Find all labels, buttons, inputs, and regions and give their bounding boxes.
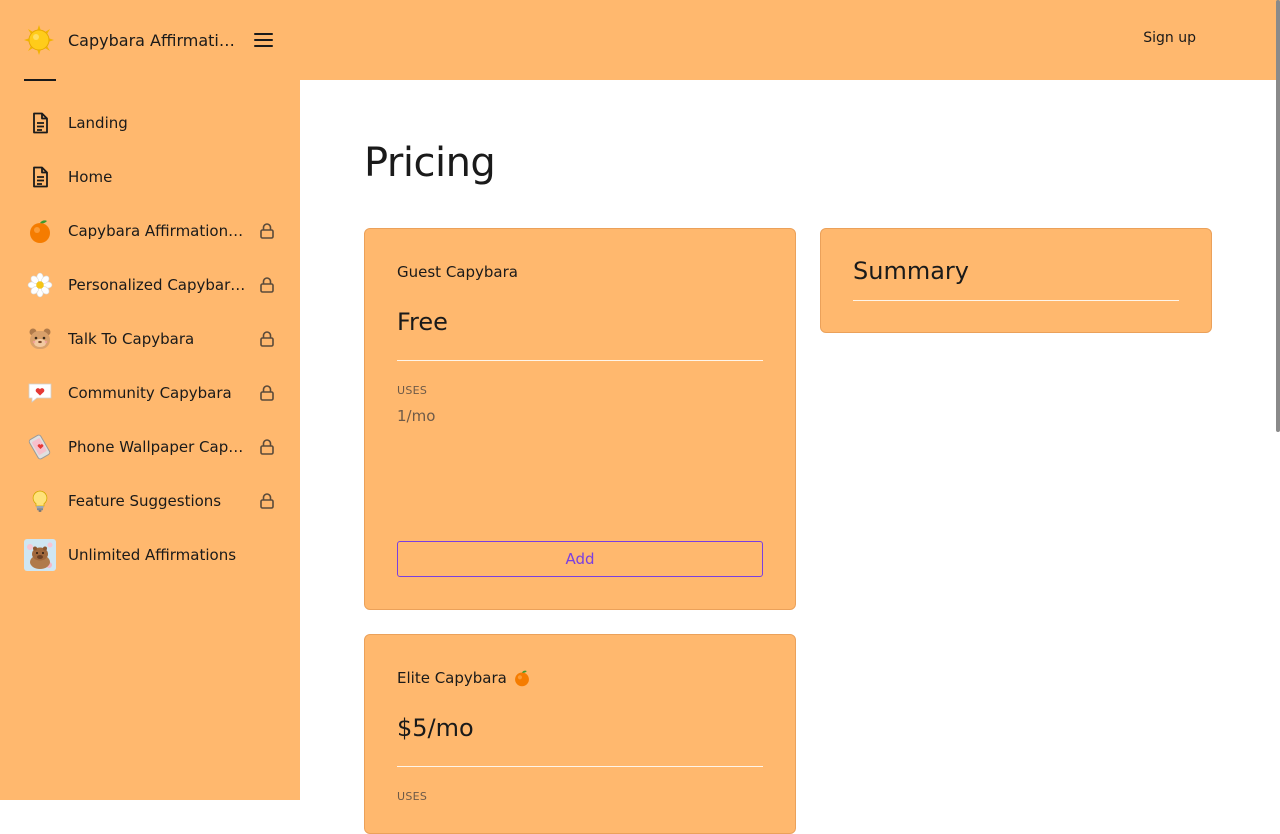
lock-icon xyxy=(260,223,274,239)
orange-icon xyxy=(24,215,56,247)
lock-icon xyxy=(260,439,274,455)
capybara-photo-icon xyxy=(24,539,56,571)
sidebar-item-label: Phone Wallpaper Capybara xyxy=(68,438,246,456)
plan-name-text: Guest Capybara xyxy=(397,263,518,281)
uses-value: 1/mo xyxy=(397,407,436,425)
capybara-face-icon xyxy=(24,323,56,355)
plan-card-guest: Guest Capybara Free USES 1/mo Add xyxy=(364,228,796,610)
divider xyxy=(397,360,763,361)
sidebar: Capybara Affirmations Landing Home Capyb… xyxy=(0,0,300,800)
sidebar-item-talk-to-capybara[interactable]: Talk To Capybara xyxy=(0,312,300,366)
sun-icon xyxy=(24,25,54,55)
divider xyxy=(397,766,763,767)
sidebar-item-label: Personalized Capybara Affirmations xyxy=(68,276,246,294)
add-plan-button[interactable]: Add xyxy=(397,541,763,577)
sidebar-item-personalized-capybara[interactable]: Personalized Capybara Affirmations xyxy=(0,258,300,312)
lightbulb-icon xyxy=(24,485,56,517)
sidebar-item-label: Feature Suggestions xyxy=(68,492,222,510)
page-title: Pricing xyxy=(364,140,496,186)
sidebar-item-label: Talk To Capybara xyxy=(68,330,195,348)
sidebar-item-label: Community Capybara xyxy=(68,384,232,402)
sidebar-item-label: Unlimited Affirmations xyxy=(68,546,237,564)
heart-speech-bubble-icon xyxy=(24,377,56,409)
summary-title: Summary xyxy=(853,257,969,285)
plan-name: Elite Capybara xyxy=(397,668,763,688)
orange-icon xyxy=(514,670,529,687)
daisy-icon xyxy=(24,269,56,301)
sidebar-item-capybara-affirmation-ai[interactable]: Capybara Affirmation AI xyxy=(0,204,300,258)
plan-price: Free xyxy=(397,308,448,336)
brand-name: Capybara Affirmations xyxy=(68,30,238,50)
hamburger-menu-icon[interactable] xyxy=(252,28,276,52)
brand[interactable]: Capybara Affirmations xyxy=(24,24,276,56)
plan-name: Guest Capybara xyxy=(397,262,763,282)
sidebar-item-label: Capybara Affirmation AI xyxy=(68,222,246,240)
sidebar-item-phone-wallpaper-capybara[interactable]: Phone Wallpaper Capybara xyxy=(0,420,300,474)
plan-price: $5/mo xyxy=(397,714,474,742)
document-icon xyxy=(24,107,56,139)
lock-icon xyxy=(260,493,274,509)
sidebar-item-label: Home xyxy=(68,168,113,186)
phone-heart-icon xyxy=(24,431,56,463)
page-scrollbar[interactable] xyxy=(1276,0,1280,432)
plan-card-elite: Elite Capybara $5/mo USES xyxy=(364,634,796,834)
sidebar-item-home[interactable]: Home xyxy=(0,150,300,204)
lock-icon xyxy=(260,277,274,293)
brand-underline xyxy=(24,79,56,81)
sidebar-nav: Landing Home Capybara Affirmation AI Per… xyxy=(0,96,300,582)
divider xyxy=(853,300,1179,301)
sidebar-item-community-capybara[interactable]: Community Capybara xyxy=(0,366,300,420)
lock-icon xyxy=(260,331,274,347)
document-icon xyxy=(24,161,56,193)
sidebar-item-label: Landing xyxy=(68,114,128,132)
sidebar-item-landing[interactable]: Landing xyxy=(0,96,300,150)
uses-label: USES xyxy=(397,384,428,397)
sidebar-item-feature-suggestions[interactable]: Feature Suggestions xyxy=(0,474,300,528)
sign-up-link[interactable]: Sign up xyxy=(1143,30,1196,46)
plan-name-text: Elite Capybara xyxy=(397,669,507,687)
sidebar-item-unlimited-affirmations[interactable]: Unlimited Affirmations xyxy=(0,528,300,582)
uses-label: USES xyxy=(397,790,428,803)
summary-card: Summary xyxy=(820,228,1212,333)
top-bar: Sign up xyxy=(300,0,1280,432)
lock-icon xyxy=(260,385,274,401)
